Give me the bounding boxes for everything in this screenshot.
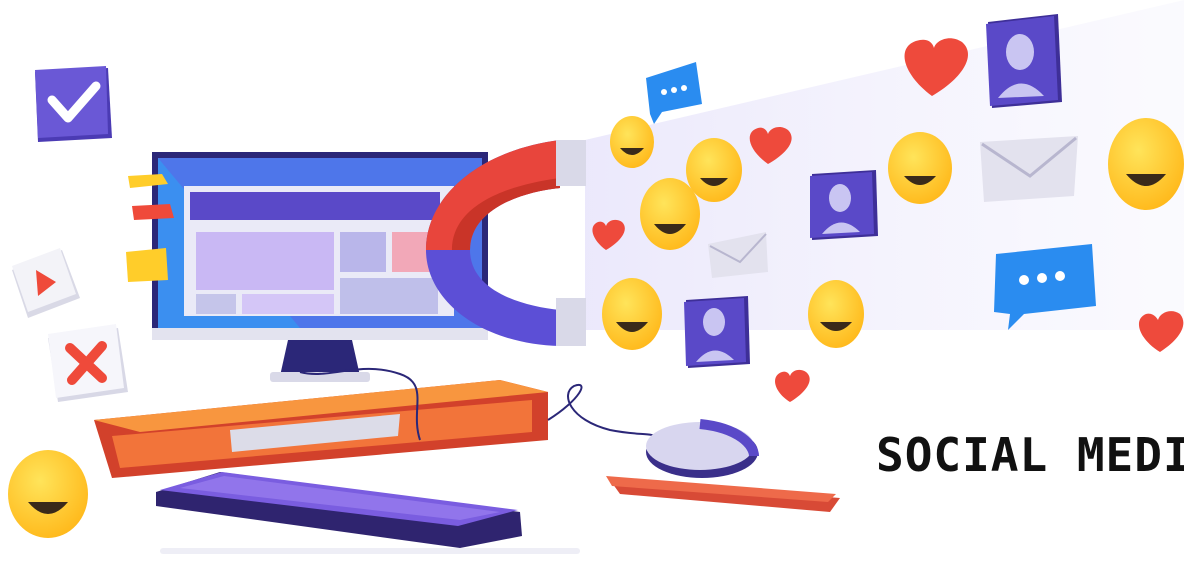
cross-icon <box>48 324 128 402</box>
keyboard-icon <box>156 472 522 548</box>
social-media-illustration: SOCIAL MEDIA <box>0 0 1184 563</box>
mouse-icon <box>606 419 840 512</box>
checkmark-icon <box>35 66 112 142</box>
floor-shadow <box>160 548 580 554</box>
caption-social-media: SOCIAL MEDIA <box>876 428 1184 482</box>
play-icon <box>12 248 80 318</box>
desk <box>94 380 548 478</box>
